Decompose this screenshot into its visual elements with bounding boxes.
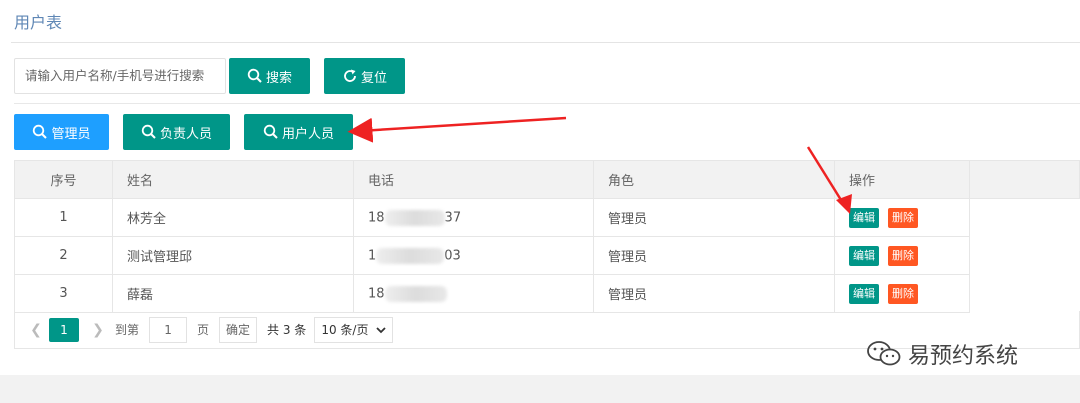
delete-button[interactable]: 删除 [888,283,918,304]
delete-button[interactable]: 删除 [888,207,918,228]
title-divider [11,42,1080,43]
page-title: 用户表 [14,13,63,32]
reset-button-label: 复位 [360,70,387,86]
row-role: 管理员 [593,198,835,237]
filter-manager-button[interactable]: 负责人员 [123,114,230,150]
chevron-down-icon [376,326,387,333]
filter-manager-label: 负责人员 [159,126,212,142]
user-table: 序号 姓名 电话 角色 操作 1 林芳全 18 37 管理员 编辑 删除 2 测试管… [14,160,1080,313]
search-button[interactable]: 搜索 [229,58,310,94]
search-button-label: 搜索 [265,70,292,86]
edit-button[interactable]: 编辑 [849,207,879,228]
table-row: 3 薛磊 18 管理员 编辑 删除 [14,274,1080,313]
row-name: 薛磊 [112,274,354,313]
phone-redacted [384,285,447,302]
row-index: 3 [14,274,113,313]
refresh-icon [344,69,356,82]
row-filler [969,236,1080,275]
row-filler [969,198,1080,237]
phone-prefix: 18 [368,286,385,301]
page-size-select[interactable]: 10 条/页 [314,316,394,343]
footer-strip [0,375,1080,403]
edit-button[interactable]: 编辑 [849,245,879,266]
search-icon [263,124,278,139]
row-name: 测试管理邱 [112,236,354,275]
arrow-to-user-filter [347,116,567,143]
search-divider [14,103,1080,104]
goto-page-input[interactable]: 1 [149,316,188,343]
search-icon [247,68,262,83]
watermark: 易预约系统 [866,338,1018,370]
table-header-row: 序号 姓名 电话 角色 操作 [14,160,1080,199]
phone-prefix: 18 [368,210,385,225]
table-row: 1 林芳全 18 37 管理员 编辑 删除 [14,198,1080,237]
column-header-role: 角色 [593,160,835,199]
current-page[interactable]: 1 [49,317,79,342]
row-index: 2 [14,236,113,275]
watermark-text: 易预约系统 [908,344,1019,369]
goto-confirm-button[interactable]: 确定 [219,316,258,343]
phone-suffix: 37 [444,210,462,225]
row-role: 管理员 [593,274,835,313]
search-icon [141,124,156,139]
row-name: 林芳全 [112,198,354,237]
edit-button[interactable]: 编辑 [849,283,879,304]
search-icon [33,124,48,139]
phone-redacted [376,247,445,264]
wechat-icon [867,341,901,366]
row-phone: 1 03 [353,236,594,275]
row-filler [969,274,1080,313]
row-actions: 编辑 删除 [834,236,970,275]
prev-page-icon[interactable]: ❮ [23,322,49,338]
reset-button[interactable]: 复位 [324,58,405,94]
phone-prefix: 1 [368,248,377,263]
table-row: 2 测试管理邱 1 03 管理员 编辑 删除 [14,236,1080,275]
phone-redacted [384,209,445,226]
filter-user-button[interactable]: 用户人员 [244,114,353,150]
delete-button[interactable]: 删除 [888,245,918,266]
row-phone: 18 [353,274,594,313]
filter-user-label: 用户人员 [281,126,334,142]
row-phone: 18 37 [353,198,594,237]
filter-admin-label: 管理员 [51,126,91,142]
goto-prefix: 到第 [115,323,140,337]
total-count: 共 3 条 [267,323,307,337]
column-header-index: 序号 [14,160,113,199]
column-header-phone: 电话 [353,160,594,199]
filter-admin-button[interactable]: 管理员 [14,114,109,150]
column-header-filler [969,160,1080,199]
page-size-value: 10 条/页 [321,322,369,337]
goto-suffix: 页 [197,323,210,337]
row-actions: 编辑 删除 [834,198,970,237]
next-page-icon[interactable]: ❯ [85,322,111,338]
column-header-name: 姓名 [112,160,354,199]
phone-suffix: 03 [444,248,461,263]
search-input[interactable]: 请输入用户名称/手机号进行搜索 [14,58,226,94]
row-role: 管理员 [593,236,835,275]
row-index: 1 [14,198,113,237]
row-actions: 编辑 删除 [834,274,970,313]
arrow-head-user-filter [352,122,372,140]
column-header-actions: 操作 [834,160,970,199]
search-input-placeholder: 请输入用户名称/手机号进行搜索 [25,68,205,83]
